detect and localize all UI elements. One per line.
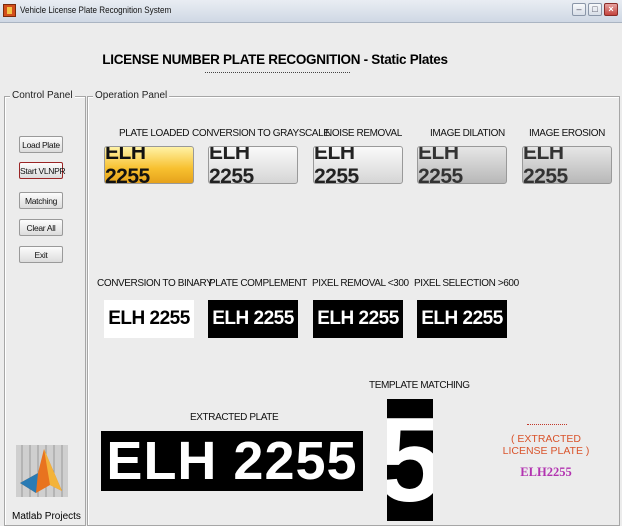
- stage-label-image-dilation: IMAGE DILATION: [430, 128, 505, 139]
- stage-label-pixel-removal: PIXEL REMOVAL <300: [312, 278, 409, 289]
- minimize-button[interactable]: –: [572, 3, 586, 16]
- template-matching-label: TEMPLATE MATCHING: [369, 380, 470, 391]
- stage-label-grayscale: CONVERSION TO GRAYSCALE: [192, 128, 330, 139]
- logo-caption: Matlab Projects: [12, 511, 81, 522]
- extracted-license-plate-title: ( EXTRACTED LICENSE PLATE ): [502, 433, 590, 457]
- title-underline: [205, 72, 350, 73]
- stage-label-binary: CONVERSION TO BINARY: [97, 278, 213, 289]
- exit-button[interactable]: Exit: [19, 246, 63, 263]
- pixel-removal-plate-image: ELH 2255: [313, 300, 403, 338]
- complement-plate-image: ELH 2255: [208, 300, 298, 338]
- plate-loaded-image: ELH 2255: [104, 146, 194, 184]
- load-plate-button[interactable]: Load Plate: [19, 136, 63, 153]
- matlab-app-icon: [3, 4, 16, 17]
- dilation-plate-image: ELH 2255: [417, 146, 507, 184]
- erosion-plate-image: ELH 2255: [522, 146, 612, 184]
- extracted-plate-image: ELH 2255: [101, 431, 363, 491]
- page-title: LICENSE NUMBER PLATE RECOGNITION - Stati…: [102, 52, 448, 67]
- stage-label-noise-removal: NOISE REMOVAL: [325, 128, 402, 139]
- control-panel-label: Control Panel: [10, 90, 75, 101]
- noise-removal-plate-image: ELH 2255: [313, 146, 403, 184]
- stage-label-image-erosion: IMAGE EROSION: [529, 128, 605, 139]
- template-match-image: 5: [387, 399, 433, 521]
- result-separator: [527, 424, 567, 425]
- extracted-license-plate-value: ELH2255: [520, 465, 572, 479]
- matching-button[interactable]: Matching: [19, 192, 63, 209]
- operation-panel-label: Operation Panel: [93, 90, 170, 101]
- maximize-button[interactable]: □: [588, 3, 602, 16]
- window-title-bar: Vehicle License Plate Recognition System…: [0, 0, 622, 23]
- grayscale-plate-image: ELH 2255: [208, 146, 298, 184]
- pixel-selection-plate-image: ELH 2255: [417, 300, 507, 338]
- stage-label-pixel-selection: PIXEL SELECTION >600: [414, 278, 519, 289]
- stage-label-plate-loaded: PLATE LOADED: [119, 128, 190, 139]
- matlab-logo: [16, 445, 68, 497]
- window-title: Vehicle License Plate Recognition System: [20, 5, 172, 15]
- stage-label-plate-complement: PLATE COMPLEMENT: [209, 278, 307, 289]
- start-vlnpr-button[interactable]: Start VLNPR: [19, 162, 66, 179]
- binary-plate-image: ELH 2255: [104, 300, 194, 338]
- extracted-plate-label: EXTRACTED PLATE: [190, 412, 279, 423]
- close-button[interactable]: ×: [604, 3, 618, 16]
- clear-all-button[interactable]: Clear All: [19, 219, 63, 236]
